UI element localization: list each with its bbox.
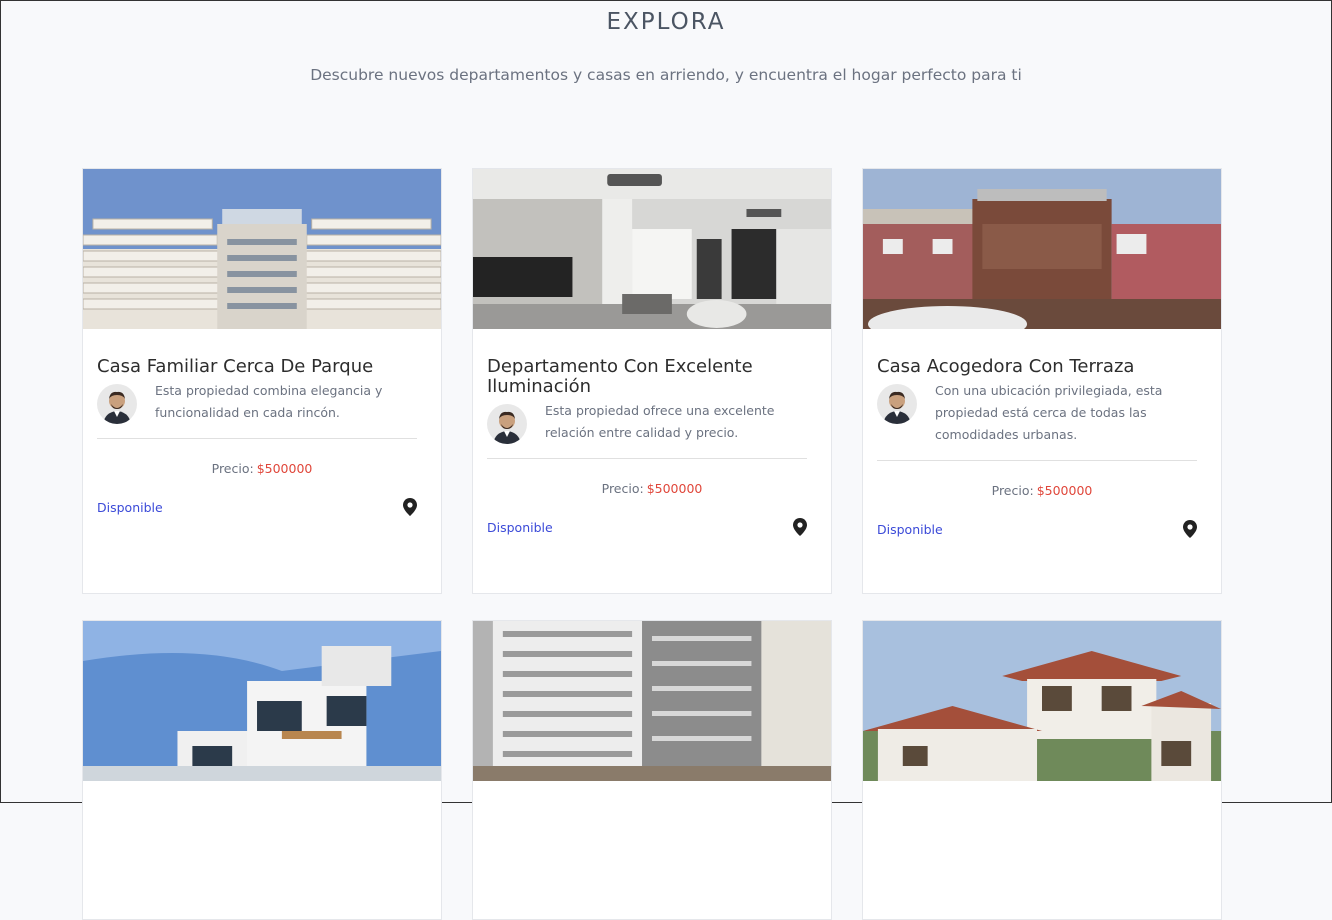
agent-avatar[interactable]	[97, 384, 137, 424]
property-image[interactable]	[83, 621, 441, 781]
map-pin-icon[interactable]	[1183, 520, 1197, 538]
price-label: Precio:	[601, 481, 644, 496]
divider	[97, 438, 417, 439]
property-title[interactable]: Casa Acogedora Con Terraza	[877, 357, 1207, 377]
price-row: Precio: $500000	[97, 461, 427, 476]
property-image[interactable]	[83, 169, 441, 329]
price-value: $500000	[256, 461, 313, 476]
map-pin-icon[interactable]	[403, 498, 417, 516]
property-card[interactable]: Casa Acogedora Con Terraza Con una ubica…	[862, 168, 1222, 594]
agent-avatar[interactable]	[877, 384, 917, 424]
divider	[487, 458, 807, 459]
property-image[interactable]	[473, 169, 831, 329]
property-title[interactable]: Departamento Con Excelente Iluminación	[487, 357, 817, 397]
price-value: $500000	[646, 481, 703, 496]
property-description: Esta propiedad combina elegancia y funci…	[155, 383, 383, 420]
price-label: Precio:	[211, 461, 254, 476]
property-title[interactable]: Casa Familiar Cerca De Parque	[97, 357, 427, 377]
status-badge: Disponible	[97, 499, 163, 515]
map-pin-icon[interactable]	[793, 518, 807, 536]
property-card[interactable]	[472, 620, 832, 920]
property-image[interactable]	[473, 621, 831, 781]
property-grid: Casa Familiar Cerca De Parque Esta propi…	[82, 168, 1222, 920]
property-description: Esta propiedad ofrece una excelente rela…	[545, 403, 775, 440]
page-title: EXPLORA	[606, 9, 726, 35]
status-badge: Disponible	[487, 519, 553, 535]
status-badge: Disponible	[877, 521, 943, 537]
property-image[interactable]	[863, 169, 1221, 329]
property-card[interactable]: Casa Familiar Cerca De Parque Esta propi…	[82, 168, 442, 594]
property-card[interactable]	[82, 620, 442, 920]
page-subtitle: Descubre nuevos departamentos y casas en…	[310, 66, 1022, 84]
price-label: Precio:	[991, 483, 1034, 498]
property-image[interactable]	[863, 621, 1221, 781]
price-row: Precio: $500000	[487, 481, 817, 496]
agent-avatar[interactable]	[487, 404, 527, 444]
property-card[interactable]: Departamento Con Excelente Iluminación E…	[472, 168, 832, 594]
divider	[877, 460, 1197, 461]
price-value: $500000	[1036, 483, 1093, 498]
price-row: Precio: $500000	[877, 483, 1207, 498]
property-description: Con una ubicación privilegiada, esta pro…	[935, 383, 1163, 442]
property-card[interactable]	[862, 620, 1222, 920]
